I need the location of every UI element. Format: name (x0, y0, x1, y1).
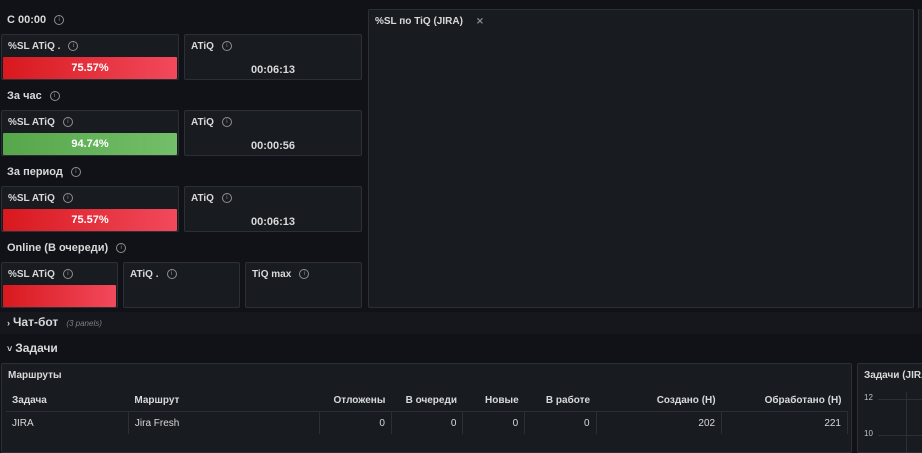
grid-line (906, 392, 907, 452)
row-tasks[interactable]: ˅ Задачи (7, 341, 58, 355)
sl-atiq-panel: %SL ATiQ i 75.57% (1, 186, 179, 232)
table-cell: 221 (721, 411, 848, 434)
info-icon[interactable]: i (62, 117, 73, 128)
sl-atiq-panel: %SL ATiQ i 94.74% (1, 110, 179, 156)
table-cell: 202 (596, 411, 723, 434)
online-atiq-panel: ATiQ .i (123, 262, 240, 308)
info-icon[interactable]: i (299, 269, 310, 280)
tasks-chart-panel: Задачи (JIRA 12 10 (857, 363, 922, 453)
column-header[interactable]: Маршрут (128, 389, 320, 412)
row-title: Чат-бот (13, 315, 59, 329)
panel-edge (918, 9, 922, 308)
sl-bar-gauge: 94.74% (3, 133, 177, 155)
online-sl-panel: %SL ATiQ i (1, 262, 118, 308)
column-header[interactable]: Создано (Н) (596, 389, 722, 412)
sl-bar-gauge: 75.57% (3, 209, 177, 231)
column-header[interactable]: Обработано (Н) (721, 389, 848, 412)
section-title-today: С 00:00 i (7, 14, 65, 26)
section-title-online: Online (В очереди) i (7, 242, 127, 254)
table-header-row: Задача Маршрут Отложены В очереди Новые … (6, 389, 848, 412)
table-cell: 0 (524, 411, 597, 434)
panel-title: %SL ATiQ i (8, 269, 73, 280)
info-icon[interactable]: i (68, 41, 79, 52)
sl-bar-gauge: 75.57% (3, 57, 177, 79)
atiq-value: 00:06:13 (250, 216, 296, 228)
grid-line (878, 399, 922, 400)
section-title-text: За период (7, 166, 63, 178)
info-icon[interactable]: i (62, 193, 73, 204)
column-header[interactable]: Новые (462, 389, 525, 412)
no-data-icon: ⨯ (475, 16, 485, 27)
info-icon[interactable]: i (166, 269, 177, 280)
section-title-period: За период i (7, 166, 81, 178)
chevron-right-icon: › (7, 318, 10, 328)
table-cell: 0 (462, 411, 526, 434)
info-icon[interactable]: i (221, 41, 232, 52)
section-title-text: Online (В очереди) (7, 242, 109, 254)
grid-line (878, 435, 922, 436)
atiq-value: 00:06:13 (250, 64, 296, 76)
y-tick-label: 10 (864, 429, 873, 438)
info-icon[interactable]: i (221, 193, 232, 204)
row-title: Задачи (15, 341, 58, 355)
table-cell: Jira Fresh (128, 411, 321, 434)
chevron-down-icon: ˅ (7, 344, 13, 354)
info-icon[interactable]: i (49, 91, 60, 102)
panel-title: Задачи (JIRA (864, 370, 922, 381)
panel-title: ATiQ .i (130, 269, 177, 280)
table-cell: JIRA (6, 411, 129, 434)
row-panels-count: (3 panels) (66, 319, 102, 328)
table-row: JIRA Jira Fresh 0 0 0 0 202 221 (6, 411, 848, 434)
row-chatbot[interactable]: › Чат-бот (3 panels) (0, 312, 922, 334)
atiq-panel: ATiQ i 00:00:56 (184, 110, 362, 156)
atiq-panel: ATiQ i 00:06:13 (184, 186, 362, 232)
column-header[interactable]: Отложены (319, 389, 392, 412)
info-icon[interactable]: i (70, 167, 81, 178)
y-tick-label: 12 (864, 393, 873, 402)
panel-title: Маршруты (8, 370, 62, 381)
routes-panel: Маршруты Задача Маршрут Отложены В очере… (1, 363, 852, 453)
info-icon[interactable]: i (54, 15, 65, 26)
column-header[interactable]: В работе (524, 389, 597, 412)
routes-table: Задача Маршрут Отложены В очереди Новые … (6, 389, 848, 434)
section-title-hour: За час i (7, 90, 60, 102)
table-cell: 0 (319, 411, 392, 434)
atiq-value: 00:00:56 (250, 140, 296, 152)
panel-title: %SL ATiQ i (8, 117, 73, 128)
panel-title: TiQ max i (252, 269, 310, 280)
panel-title: ATiQ i (191, 41, 232, 52)
online-tiq-max-panel: TiQ max i (245, 262, 362, 308)
panel-title: %SL по TiQ (JIRA) ⨯ (375, 16, 485, 27)
column-header[interactable]: Задача (6, 389, 129, 412)
info-icon[interactable]: i (221, 117, 232, 128)
section-title-text: За час (7, 90, 42, 102)
info-icon[interactable]: i (116, 243, 127, 254)
panel-title: %SL ATiQ i (8, 193, 73, 204)
section-title-text: С 00:00 (7, 14, 47, 26)
sl-atiq-panel: %SL ATiQ .i 75.57% (1, 34, 179, 80)
panel-title: ATiQ i (191, 193, 232, 204)
sl-bar-gauge (3, 285, 116, 307)
panel-title: %SL ATiQ .i (8, 41, 79, 52)
atiq-panel: ATiQ i 00:06:13 (184, 34, 362, 80)
panel-title: ATiQ i (191, 117, 232, 128)
column-header[interactable]: В очереди (391, 389, 463, 412)
table-cell: 0 (391, 411, 464, 434)
info-icon[interactable]: i (62, 269, 73, 280)
sl-tiq-graph-panel: %SL по TiQ (JIRA) ⨯ (368, 9, 914, 308)
